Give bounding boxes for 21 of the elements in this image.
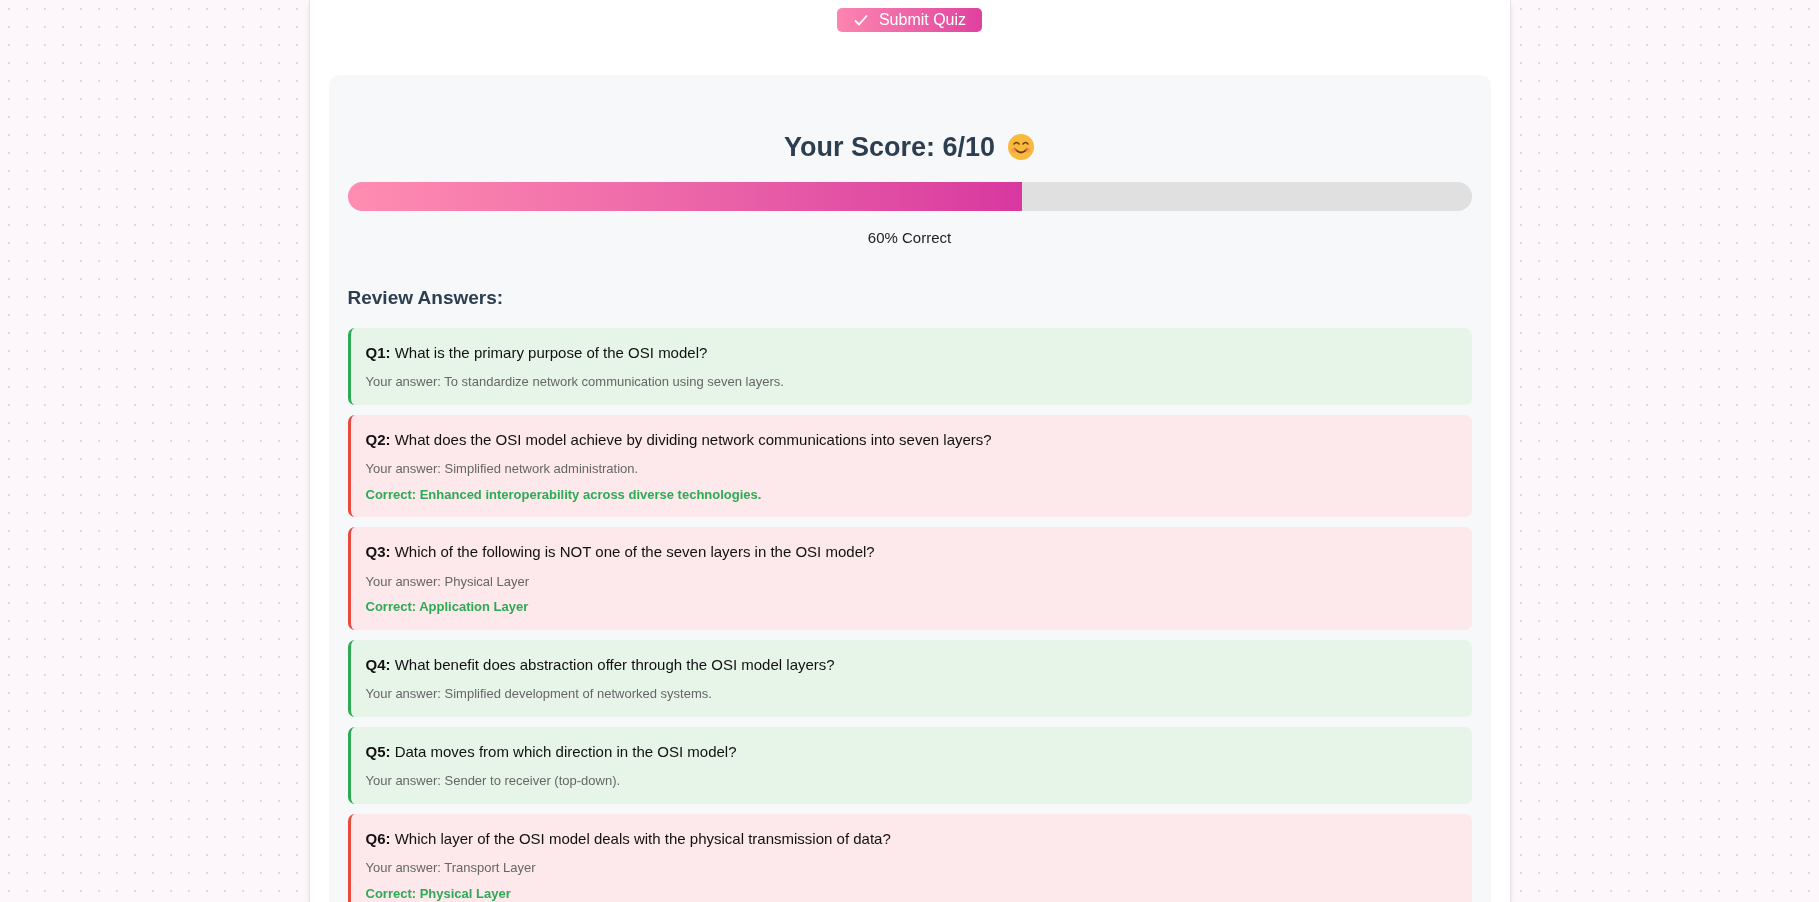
smiling-face-icon (1007, 133, 1036, 162)
question-text: Q3: Which of the following is NOT one of the seven layers in the OSI model? (365, 542, 876, 562)
your-answer-text: Your answer: Transport Layer (365, 859, 537, 877)
review-heading: Review Answers: (347, 286, 505, 310)
your-answer-text: Your answer: Simplified development of networked systems. (365, 685, 713, 703)
checkmark-icon (852, 12, 869, 28)
your-answer-text: Your answer: To standardize network communication using seven layers. (365, 373, 785, 391)
your-answer-text: Your answer: Sender to receiver (top-down). (365, 772, 622, 790)
question-text: Q2: What does the OSI model achieve by dividing network communications into seven layers? (365, 429, 993, 450)
your-answer-text: Your answer: Physical Layer (365, 572, 531, 591)
correct-answer-text: Correct: Physical Layer (365, 884, 512, 902)
your-answer-text: Your answer: Simplified network administration. (365, 460, 640, 478)
correct-answer-text: Correct: Application Layer (365, 598, 530, 616)
score-percentage: 60% Correct (866, 227, 953, 248)
question-text: Q6: Which layer of the OSI model deals with the physical transmission of data? (365, 828, 892, 849)
question-text: Q1: What is the primary purpose of the OSI model? (365, 342, 709, 363)
question-text: Q5: Data moves from which direction in the OSI model? (365, 741, 738, 762)
correct-answer-text: Correct: Enhanced interoperability across diverse technologies. (365, 485, 763, 504)
submit-quiz-button[interactable]: Submit Quiz (836, 8, 983, 32)
score-title: Your Score: 6/10 (783, 131, 996, 164)
question-text: Q4: What benefit does abstraction offer through the OSI model layers? (365, 654, 836, 675)
